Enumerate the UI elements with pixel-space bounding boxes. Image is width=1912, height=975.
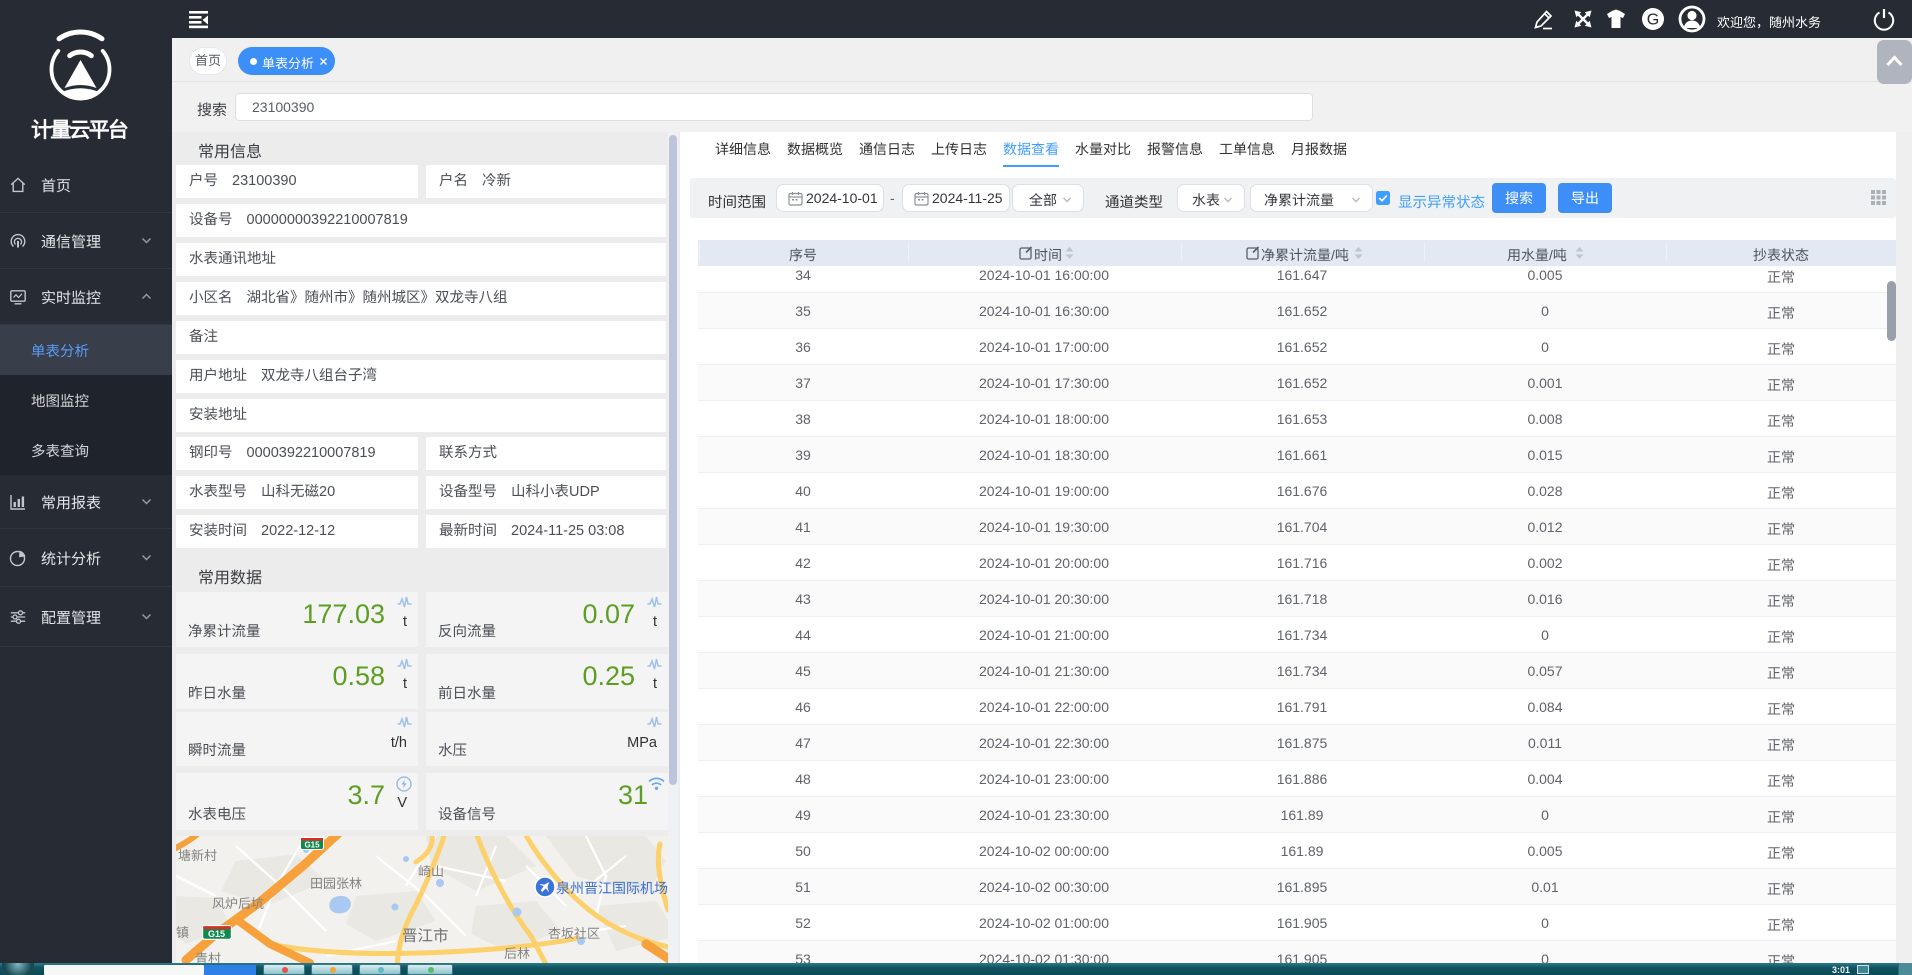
svg-text:后林: 后林: [504, 946, 530, 961]
svg-text:风炉后坑: 风炉后坑: [212, 896, 264, 911]
svg-text:晋江市: 晋江市: [402, 927, 449, 945]
svg-text:G15: G15: [304, 841, 320, 850]
svg-text:泉州晋江国际机场: 泉州晋江国际机场: [556, 880, 668, 896]
svg-text:崎山: 崎山: [418, 864, 444, 879]
svg-text:青村: 青村: [195, 951, 221, 963]
svg-text:塘新村: 塘新村: [178, 848, 217, 863]
svg-text:镇: 镇: [176, 925, 189, 940]
svg-text:田园张林: 田园张林: [310, 876, 362, 891]
svg-text:G15: G15: [208, 929, 225, 939]
svg-text:杏坂社区: 杏坂社区: [548, 926, 600, 941]
svg-text:G: G: [1647, 12, 1659, 29]
